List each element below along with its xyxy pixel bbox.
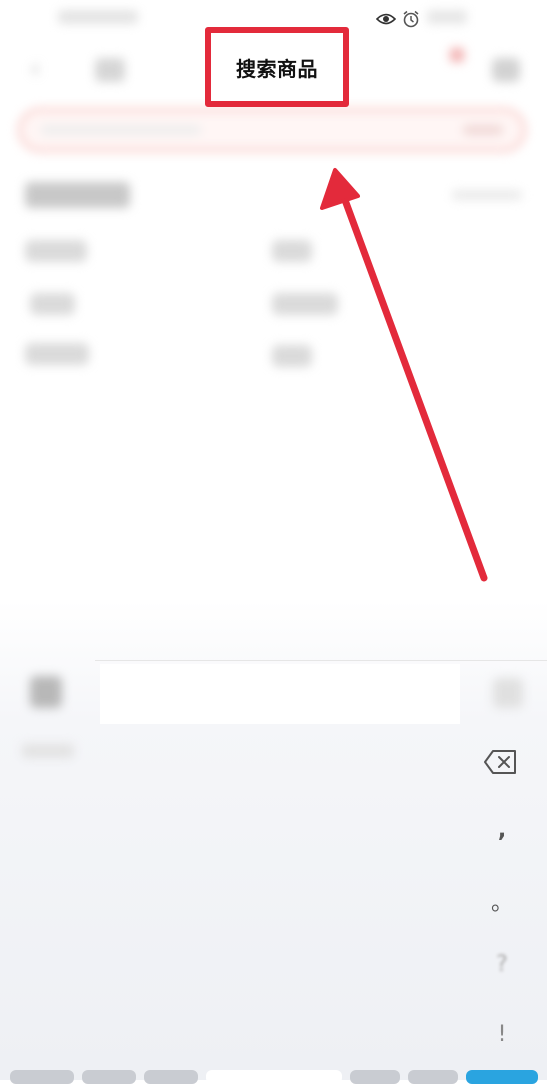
- search-placeholder: [41, 125, 201, 135]
- keyboard-collapse-icon[interactable]: [493, 678, 523, 708]
- clear-history-button[interactable]: [452, 190, 522, 200]
- menu-icon[interactable]: [492, 58, 520, 82]
- status-time: [58, 10, 138, 24]
- exclaim-key[interactable]: !: [482, 1022, 522, 1047]
- alarm-icon: [403, 10, 419, 28]
- keyboard-mode-label: [22, 744, 74, 758]
- history-chip[interactable]: [272, 293, 338, 315]
- history-chip[interactable]: [25, 240, 87, 262]
- eye-icon: [376, 13, 396, 25]
- search-history-title: [25, 182, 130, 208]
- history-chip[interactable]: [272, 345, 312, 367]
- period-key[interactable]: 。: [482, 885, 522, 917]
- comma-key[interactable]: ,: [482, 818, 522, 843]
- keyboard-bottom-key[interactable]: [408, 1070, 458, 1084]
- battery-indicator: [427, 10, 467, 24]
- search-input[interactable]: [18, 108, 526, 152]
- keyboard-divider: [95, 660, 547, 661]
- keyboard-enter-key[interactable]: [466, 1070, 538, 1084]
- keyboard-bottom-key[interactable]: [82, 1070, 136, 1084]
- keyboard-candidate-bar: [100, 664, 460, 724]
- history-chip[interactable]: [272, 240, 312, 262]
- search-button[interactable]: [463, 125, 503, 135]
- notification-dot: [450, 48, 464, 62]
- scan-icon[interactable]: [95, 58, 125, 82]
- annotation-callout-box: 搜索商品: [205, 27, 349, 107]
- keyboard-bottom-key[interactable]: [10, 1070, 74, 1084]
- keyboard-bottom-key[interactable]: [350, 1070, 400, 1084]
- annotation-callout-text: 搜索商品: [236, 56, 318, 81]
- keyboard-emoji-icon[interactable]: [30, 676, 62, 708]
- backspace-icon[interactable]: [484, 748, 518, 776]
- history-chip[interactable]: [25, 343, 89, 365]
- keyboard-space-key[interactable]: [206, 1070, 342, 1084]
- keyboard-bottom-key[interactable]: [144, 1070, 198, 1084]
- question-key[interactable]: ?: [482, 952, 522, 977]
- back-arrow-icon[interactable]: ‹: [30, 56, 52, 82]
- history-chip[interactable]: [30, 293, 75, 315]
